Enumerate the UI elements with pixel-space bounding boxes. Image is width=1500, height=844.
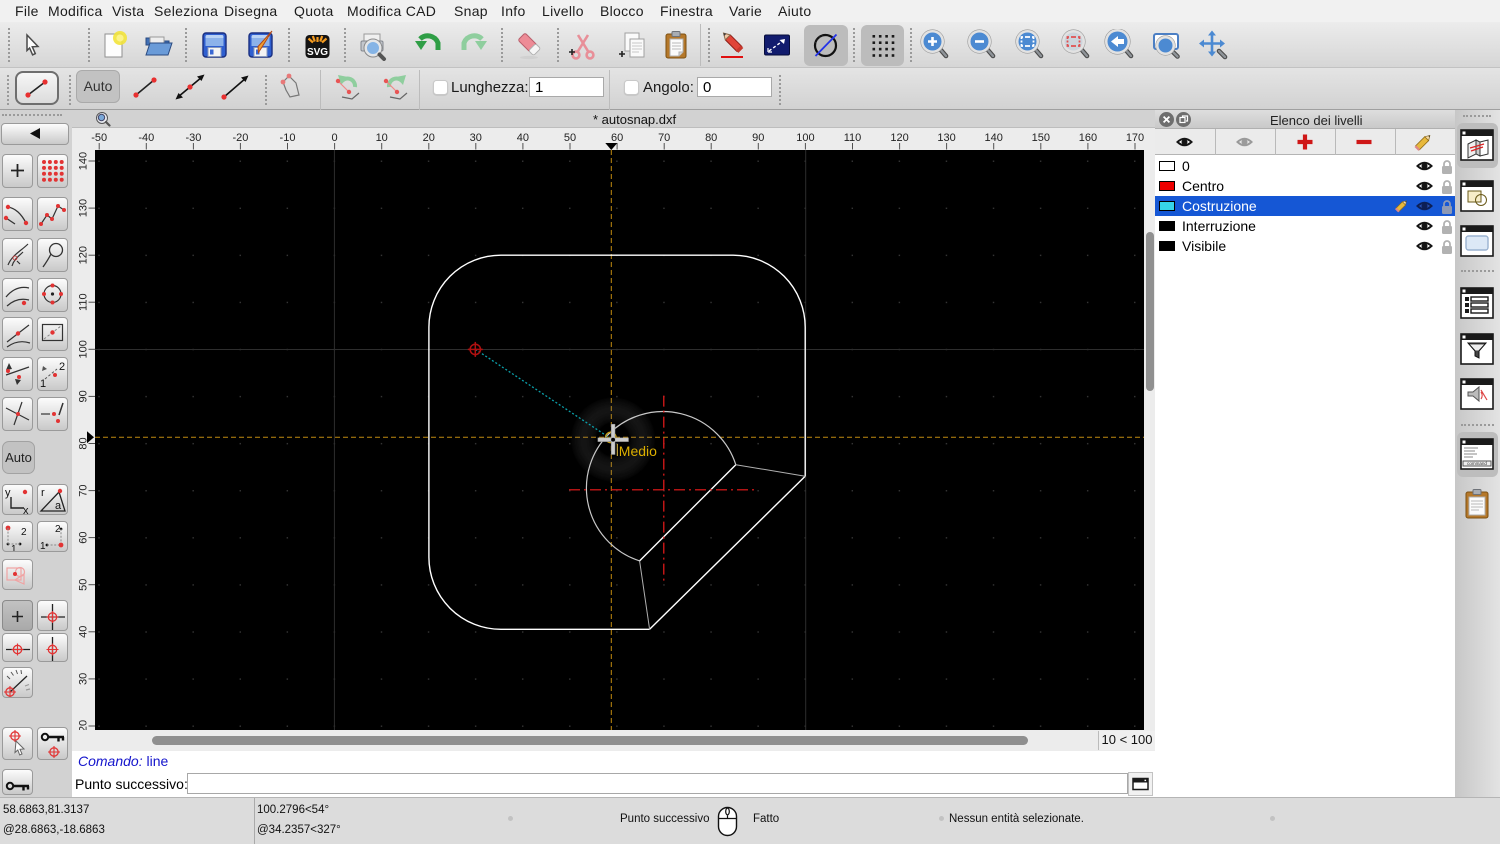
svg-text:90: 90 bbox=[752, 132, 764, 144]
svg-text:40: 40 bbox=[78, 626, 90, 638]
svg-text:-30: -30 bbox=[185, 132, 201, 144]
svg-text:a: a bbox=[55, 500, 62, 512]
svg-text:20: 20 bbox=[423, 132, 435, 144]
svg-text:2: 2 bbox=[59, 361, 65, 373]
svg-text:120: 120 bbox=[78, 246, 90, 264]
svg-text:-10: -10 bbox=[280, 132, 296, 144]
svg-text:60: 60 bbox=[78, 531, 90, 543]
svg-text:-40: -40 bbox=[138, 132, 154, 144]
svg-text:110: 110 bbox=[78, 293, 90, 311]
svg-text:20: 20 bbox=[78, 720, 90, 730]
svg-text:60: 60 bbox=[611, 132, 623, 144]
svg-text:140: 140 bbox=[78, 152, 90, 170]
svg-text:1: 1 bbox=[11, 544, 17, 551]
svg-text:40: 40 bbox=[517, 132, 529, 144]
svg-text:110: 110 bbox=[844, 132, 862, 144]
svg-text:command: command bbox=[1467, 461, 1487, 466]
svg-text:1: 1 bbox=[40, 541, 46, 551]
svg-text:Medio: Medio bbox=[619, 443, 657, 459]
svg-text:10: 10 bbox=[376, 132, 388, 144]
svg-text:y: y bbox=[5, 487, 11, 499]
svg-text:100: 100 bbox=[796, 132, 814, 144]
svg-text:160: 160 bbox=[1079, 132, 1097, 144]
svg-text:SVG: SVG bbox=[307, 47, 328, 58]
svg-text:30: 30 bbox=[78, 673, 90, 685]
svg-text:100: 100 bbox=[78, 340, 90, 358]
svg-text:70: 70 bbox=[78, 484, 90, 496]
svg-text:170: 170 bbox=[1126, 132, 1144, 144]
svg-text:90: 90 bbox=[78, 390, 90, 402]
svg-text:30: 30 bbox=[470, 132, 482, 144]
svg-text:2: 2 bbox=[21, 527, 27, 538]
svg-text:80: 80 bbox=[705, 132, 717, 144]
svg-text:1: 1 bbox=[40, 378, 46, 390]
svg-text:-20: -20 bbox=[232, 132, 248, 144]
svg-text:50: 50 bbox=[78, 579, 90, 591]
svg-text:130: 130 bbox=[78, 199, 90, 217]
svg-text:130: 130 bbox=[937, 132, 955, 144]
svg-text:50: 50 bbox=[564, 132, 576, 144]
svg-text:x: x bbox=[23, 505, 29, 514]
svg-text:70: 70 bbox=[658, 132, 670, 144]
svg-text:140: 140 bbox=[985, 132, 1003, 144]
svg-text:-50: -50 bbox=[91, 132, 107, 144]
svg-text:120: 120 bbox=[890, 132, 908, 144]
svg-text:r: r bbox=[41, 487, 45, 499]
svg-text:0: 0 bbox=[332, 132, 338, 144]
svg-text:150: 150 bbox=[1032, 132, 1050, 144]
